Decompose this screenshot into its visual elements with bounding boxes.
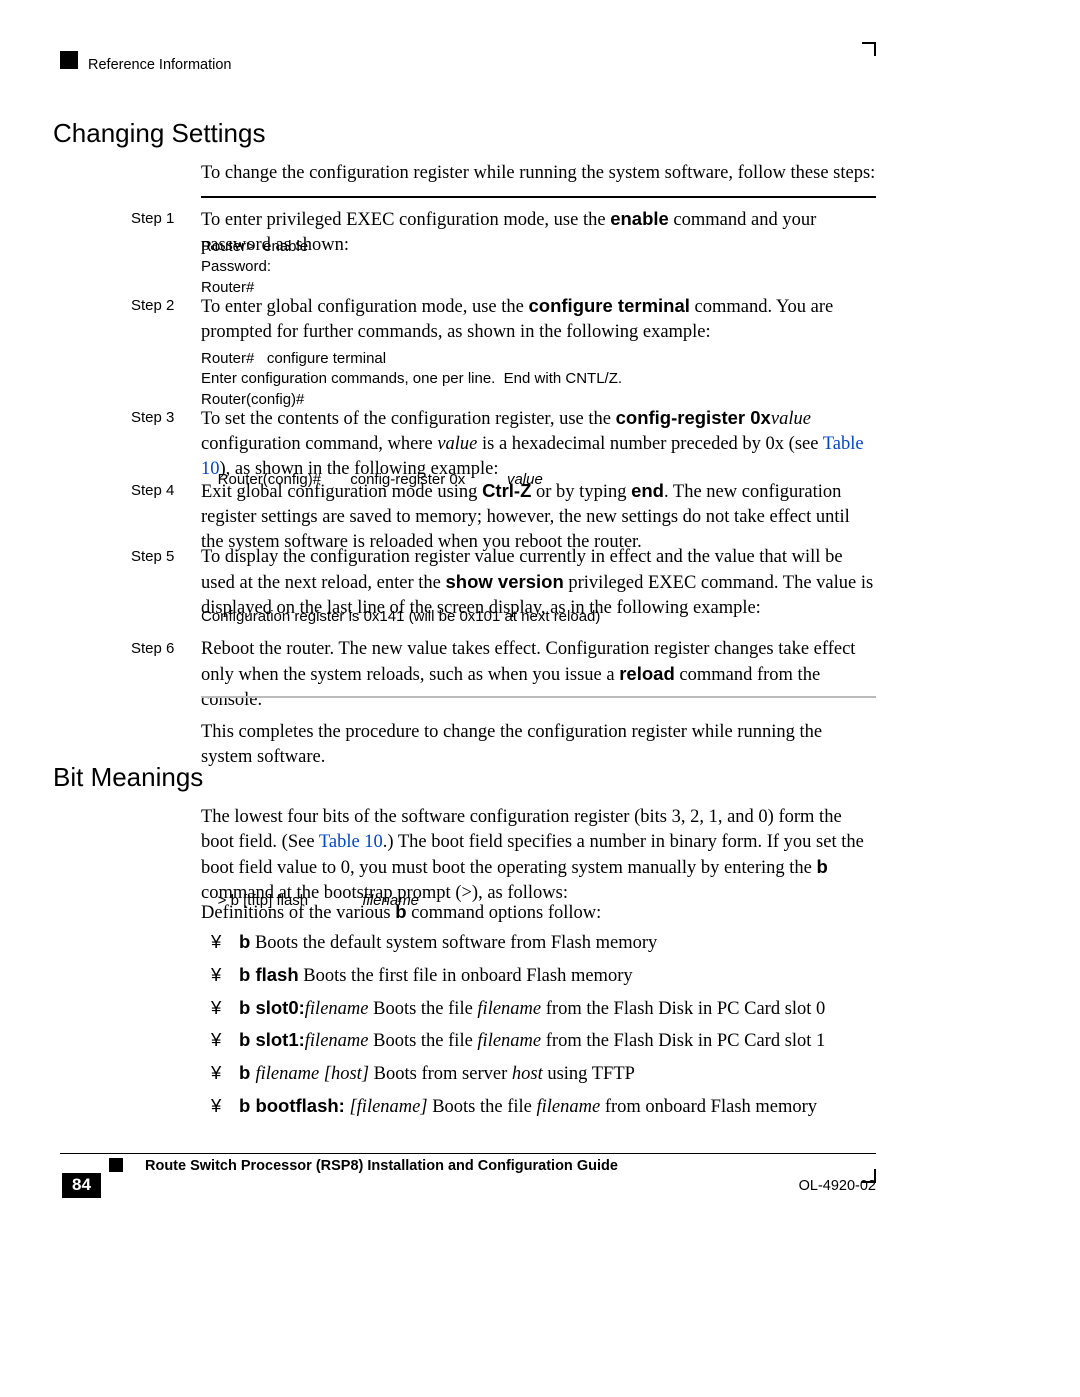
horizontal-rule: [201, 196, 876, 198]
step-6: Step 6 Reboot the router. The new value …: [131, 637, 876, 713]
definitions-intro: Definitions of the various b command opt…: [201, 900, 876, 926]
list-item: ¥ b flash Boots the first file in onboar…: [211, 962, 876, 990]
footer-rule: [60, 1153, 876, 1154]
code-block: Router# configure terminal Enter configu…: [201, 349, 622, 410]
code-block: Configuration register is 0x141 (will be…: [201, 607, 600, 627]
step-label: Step 5: [131, 545, 201, 621]
step-label: Step 6: [131, 637, 201, 713]
heading-changing-settings: Changing Settings: [53, 118, 265, 149]
crop-mark: [862, 1169, 876, 1183]
page-number: 84: [62, 1173, 101, 1198]
step-label: Step 1: [131, 207, 201, 258]
list-item: ¥ b Boots the default system software fr…: [211, 929, 876, 957]
bullet-list: ¥ b Boots the default system software fr…: [211, 929, 876, 1126]
step-4: Step 4 Exit global configuration mode us…: [131, 479, 876, 555]
document-page: Reference Information Changing Settings …: [0, 0, 1080, 1397]
footer-square-icon: [109, 1158, 123, 1172]
crop-mark-square: [60, 51, 78, 69]
intro-paragraph: To change the configuration register whi…: [201, 161, 876, 186]
heading-bit-meanings: Bit Meanings: [53, 762, 203, 793]
step-label: Step 3: [131, 406, 201, 482]
link-table-10[interactable]: Table 10: [319, 832, 383, 852]
list-item: ¥ b bootflash: [filename] Boots the file…: [211, 1093, 876, 1121]
crop-mark: [862, 42, 876, 56]
running-header: Reference Information: [88, 57, 231, 73]
horizontal-rule-light: [201, 696, 876, 698]
list-item: ¥ b slot1:filename Boots the file filena…: [211, 1027, 876, 1055]
step-body: Reboot the router. The new value takes e…: [201, 637, 876, 713]
step-label: Step 4: [131, 479, 201, 555]
list-item: ¥ b filename [host] Boots from server ho…: [211, 1060, 876, 1088]
step-2: Step 2 To enter global configuration mod…: [131, 294, 876, 345]
step-body: To enter global configuration mode, use …: [201, 294, 876, 345]
outro-paragraph: This completes the procedure to change t…: [201, 720, 876, 770]
step-body: Exit global configuration mode using Ctr…: [201, 479, 876, 555]
step-label: Step 2: [131, 294, 201, 345]
footer-title: Route Switch Processor (RSP8) Installati…: [145, 1158, 618, 1174]
code-block: Router> enable Password: Router#: [201, 237, 308, 298]
list-item: ¥ b slot0:filename Boots the file filena…: [211, 995, 876, 1023]
